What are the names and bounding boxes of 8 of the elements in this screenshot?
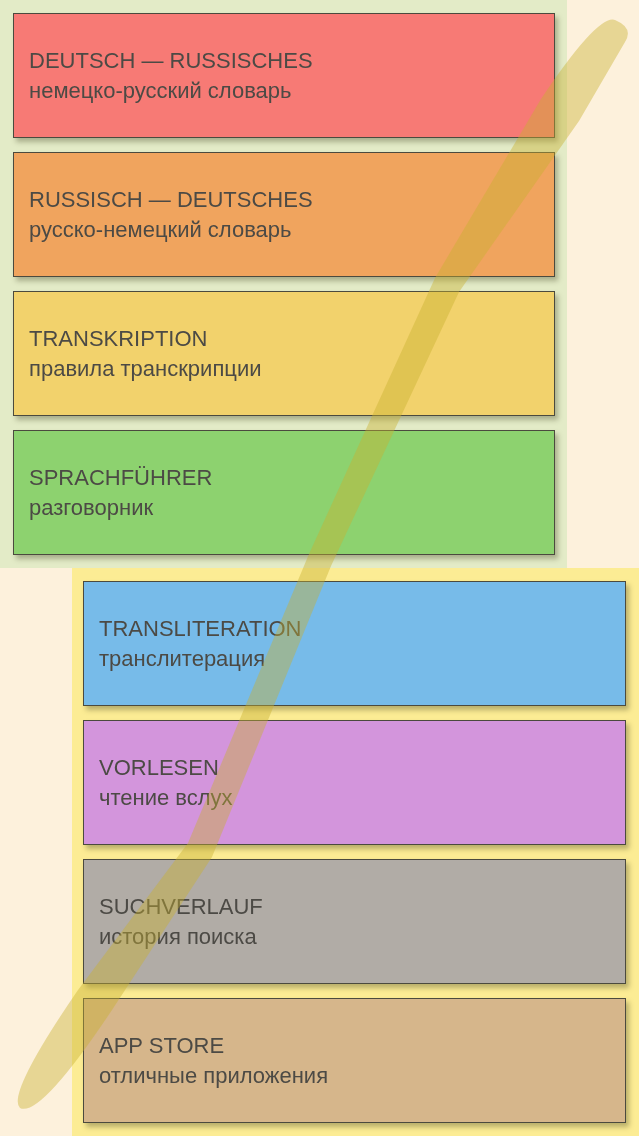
menu-tile[interactable]: TRANSKRIPTION правила транскрипции bbox=[13, 291, 555, 416]
menu-tile[interactable]: APP STORE отличные приложения bbox=[83, 998, 626, 1123]
menu-tile[interactable]: RUSSISCH — DEUTSCHES русско-немецкий словарь bbox=[13, 152, 555, 277]
menu-tile[interactable]: SPRACHFÜHRER разговорник bbox=[13, 430, 555, 555]
menu-tile[interactable]: VORLESEN чтение вслух bbox=[83, 720, 626, 845]
menu-tile[interactable]: TRANSLITERATION транслитерация bbox=[83, 581, 626, 706]
menu-tile[interactable]: DEUTSCH — RUSSISCHES немецко-русский словарь bbox=[13, 13, 555, 138]
menu-tile[interactable]: SUCHVERLAUF история поиска bbox=[83, 859, 626, 984]
